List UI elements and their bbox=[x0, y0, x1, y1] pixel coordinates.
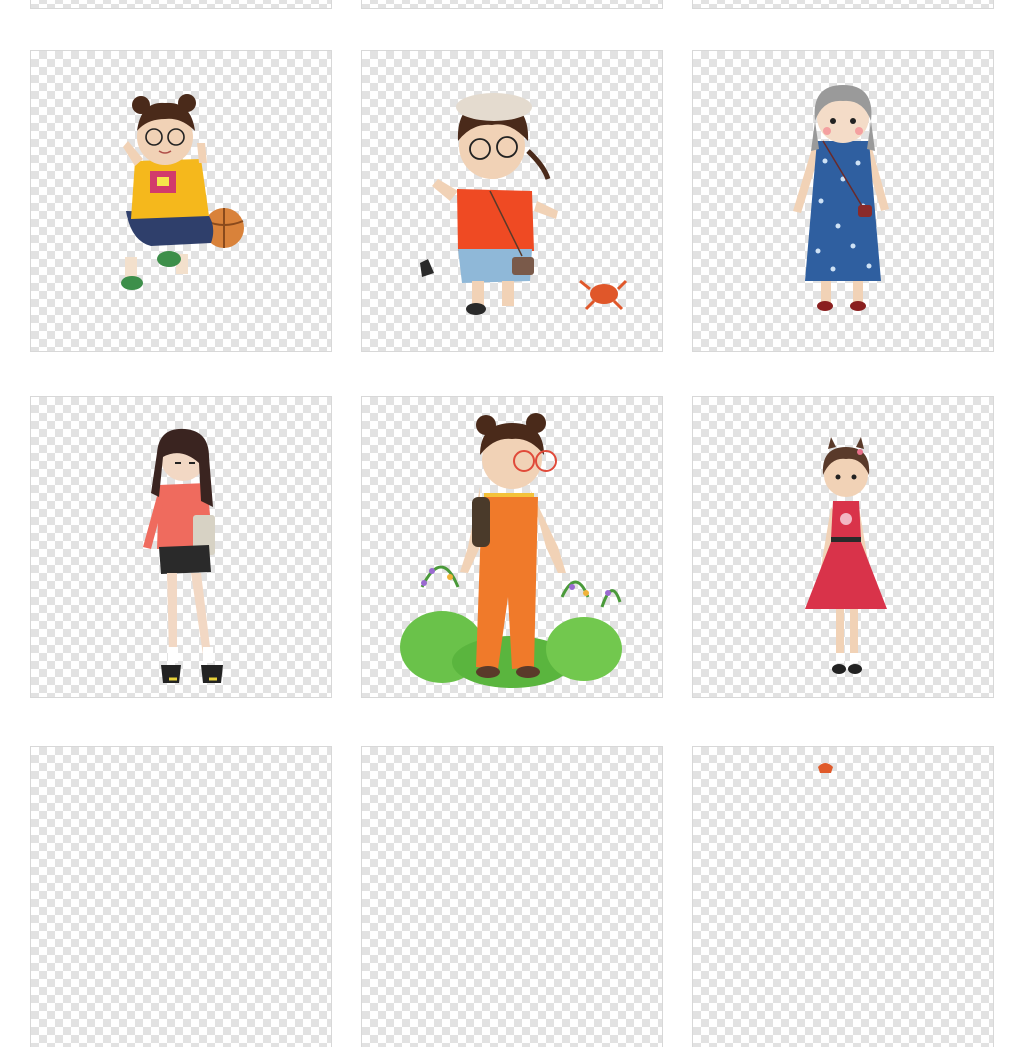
partial-tile[interactable] bbox=[31, 747, 331, 1047]
girl-red-dress-icon bbox=[805, 437, 887, 674]
image-tile-girl-red-dress[interactable] bbox=[693, 397, 993, 697]
image-tile-girl-overalls-plants[interactable] bbox=[362, 397, 662, 697]
girl-orange-overalls-plants-icon bbox=[400, 413, 622, 688]
partial-tile[interactable] bbox=[693, 0, 993, 8]
girl-blue-floral-dress-icon bbox=[793, 85, 889, 311]
girl-red-shirt-crab-icon bbox=[420, 93, 628, 315]
image-tile-girl-floral-dress[interactable] bbox=[693, 51, 993, 351]
partial-tile[interactable] bbox=[693, 747, 993, 1047]
image-tile-girl-basketball[interactable] bbox=[31, 51, 331, 351]
partial-figure-icon bbox=[818, 763, 833, 773]
girl-pink-top-tote-bag-icon bbox=[143, 428, 223, 683]
girl-yellow-shirt-basketball-icon bbox=[121, 94, 244, 290]
partial-tile[interactable] bbox=[31, 0, 331, 8]
image-tile-girl-tote-bag[interactable] bbox=[31, 397, 331, 697]
partial-tile[interactable] bbox=[362, 747, 662, 1047]
partial-tile[interactable] bbox=[362, 0, 662, 8]
image-tile-girl-crab[interactable] bbox=[362, 51, 662, 351]
